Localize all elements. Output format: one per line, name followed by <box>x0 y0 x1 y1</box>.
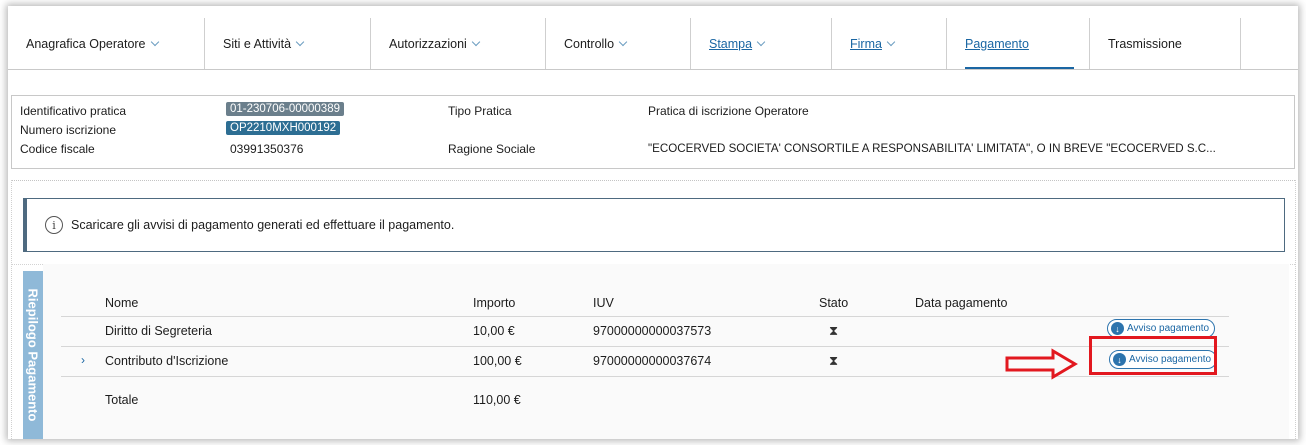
ragione-sociale-label: Ragione Sociale <box>448 142 536 156</box>
divider <box>11 180 1295 181</box>
divider <box>1295 180 1296 439</box>
row-importo: 100,00 € <box>473 354 522 368</box>
header-data-pagamento: Data pagamento <box>915 296 1008 310</box>
tab-label: Anagrafica Operatore <box>26 36 146 51</box>
chevron-down-icon <box>756 37 766 46</box>
tab-stampa[interactable]: Stampa <box>691 18 832 69</box>
tab-label: Autorizzazioni <box>389 36 467 51</box>
row-nome: Diritto di Segreteria <box>105 324 212 338</box>
tab-label: Stampa <box>709 36 753 51</box>
chevron-down-icon <box>618 37 628 46</box>
hourglass-icon: ⧗ <box>829 323 839 338</box>
row-iuv: 97000000000037674 <box>593 354 712 368</box>
header-importo: Importo <box>473 296 516 310</box>
app-window: Anagrafica Operatore Siti e Attività Aut… <box>8 6 1298 439</box>
tipo-pratica-label: Tipo Pratica <box>448 104 512 118</box>
codice-fiscale-label: Codice fiscale <box>20 142 95 156</box>
row-nome: Contributo d'Iscrizione <box>105 354 229 368</box>
riepilogo-pagamento-sidebar: Riepilogo Pagamento <box>23 271 43 439</box>
wizard-tabs: Anagrafica Operatore Siti e Attività Aut… <box>8 18 1298 70</box>
info-circle-icon: i <box>45 216 63 234</box>
highlight-box-annotation <box>1089 336 1217 375</box>
divider <box>11 180 12 439</box>
header-iuv: IUV <box>593 296 614 310</box>
row-iuv: 97000000000037573 <box>593 324 712 338</box>
tab-label: Siti e Attività <box>223 36 292 51</box>
identificativo-label: Identificativo pratica <box>20 104 127 118</box>
identificativo-badge: 01-230706-00000389 <box>226 102 344 116</box>
sidebar-label: Riepilogo Pagamento <box>25 288 41 422</box>
chevron-down-icon <box>295 37 305 46</box>
tab-siti-attivita[interactable]: Siti e Attività <box>205 18 371 69</box>
tipo-pratica-value: Pratica di iscrizione Operatore <box>648 104 809 118</box>
info-alert: i Scaricare gli avvisi di pagamento gene… <box>23 198 1285 252</box>
tab-label: Controllo <box>564 36 615 51</box>
numero-iscrizione-badge: OP2210MXH000192 <box>226 121 341 135</box>
chevron-down-icon <box>471 37 481 46</box>
tab-trasmissione[interactable]: Trasmissione <box>1090 18 1241 69</box>
hourglass-icon: ⧗ <box>829 353 839 368</box>
red-arrow-annotation <box>1005 348 1078 380</box>
chevron-down-icon <box>150 37 159 46</box>
tab-anagrafica-operatore[interactable]: Anagrafica Operatore <box>8 18 205 69</box>
alert-text: Scaricare gli avvisi di pagamento genera… <box>71 218 455 232</box>
tab-label: Firma <box>850 36 882 51</box>
download-icon: ↓ <box>1111 322 1124 335</box>
header-stato: Stato <box>819 296 849 310</box>
totale-value: 110,00 € <box>473 393 521 407</box>
codice-fiscale-value: 03991350376 <box>230 142 304 156</box>
tab-label: Trasmissione <box>1108 36 1182 51</box>
row-divider <box>61 316 1229 317</box>
numero-iscrizione-label: Numero iscrizione <box>20 123 117 137</box>
tab-firma[interactable]: Firma <box>832 18 947 69</box>
expand-chevron-icon[interactable]: › <box>81 353 85 367</box>
button-label: Avviso pagamento <box>1127 323 1210 334</box>
totale-label: Totale <box>105 393 139 407</box>
chevron-down-icon <box>886 37 896 46</box>
row-importo: 10,00 € <box>473 324 515 338</box>
tab-autorizzazioni[interactable]: Autorizzazioni <box>371 18 546 69</box>
tab-label: Pagamento <box>965 36 1029 51</box>
row-divider <box>61 346 1229 347</box>
tab-pagamento[interactable]: Pagamento <box>947 18 1090 69</box>
tab-controllo[interactable]: Controllo <box>546 18 691 69</box>
header-nome: Nome <box>105 296 139 310</box>
pratica-info-panel: Identificativo pratica 01-230706-0000038… <box>11 95 1295 169</box>
ragione-sociale-value: "ECOCERVED SOCIETA' CONSORTILE A RESPONS… <box>648 142 1216 155</box>
